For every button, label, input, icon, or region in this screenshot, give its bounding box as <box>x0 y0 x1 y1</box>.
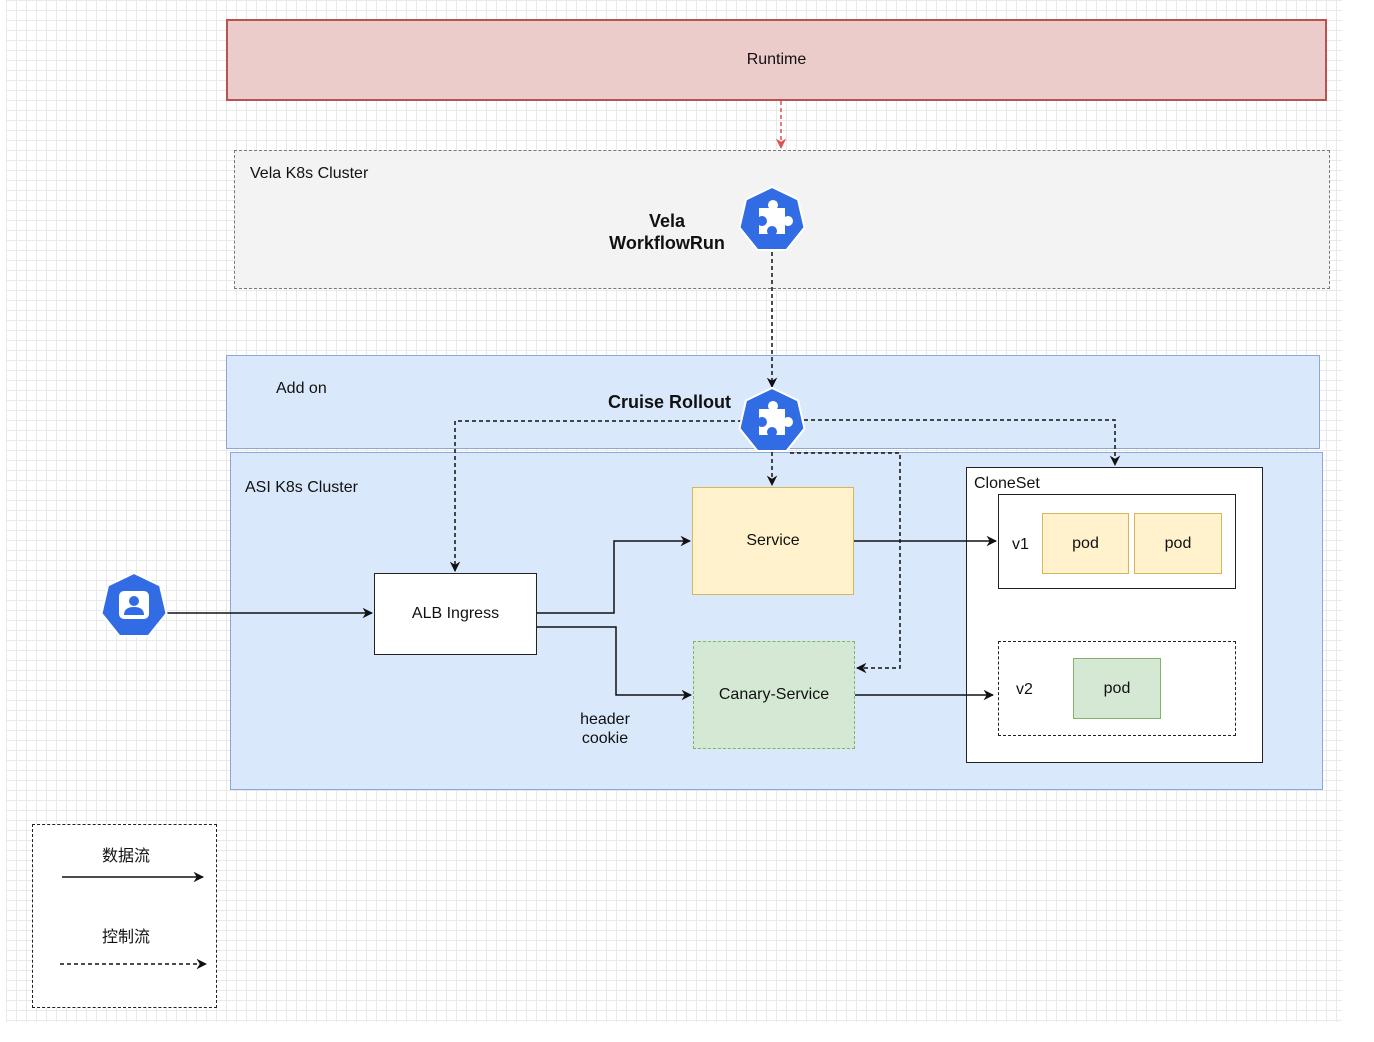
diagram-canvas: Runtime Vela K8s Cluster Vela WorkflowRu… <box>0 0 1374 1042</box>
workflowrun-puzzle-icon[interactable] <box>738 185 806 251</box>
edge-rollout-to-cloneset[interactable] <box>804 419 1121 467</box>
rollout-puzzle-icon[interactable] <box>738 386 806 452</box>
edges-layer <box>60 101 1121 970</box>
user-icon[interactable] <box>100 571 168 637</box>
edge-alb-to-canary-service[interactable] <box>537 626 693 701</box>
edge-rollout-to-canary-service[interactable] <box>790 452 901 674</box>
edge-rollout-to-alb-ingress[interactable] <box>449 420 742 573</box>
edge-alb-to-service[interactable] <box>537 535 692 614</box>
